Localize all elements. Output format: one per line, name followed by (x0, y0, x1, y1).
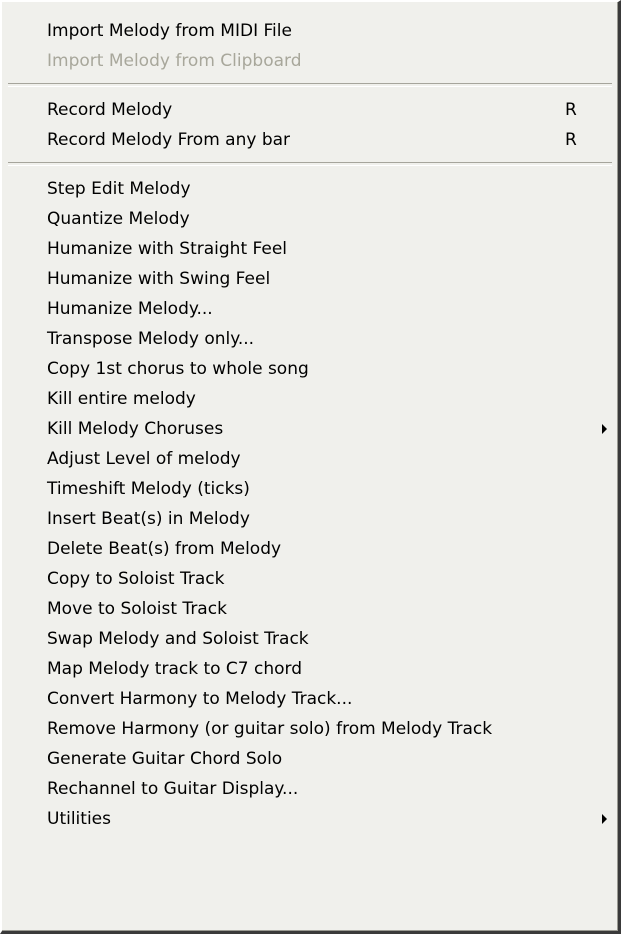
menu-item-label: Utilities (47, 809, 111, 829)
menu-item-humanize-straight[interactable]: Humanize with Straight Feel (2, 234, 618, 264)
melody-context-menu: Import Melody from MIDI File Import Melo… (0, 0, 621, 934)
submenu-arrow-icon (602, 424, 607, 434)
menu-item-generate-guitar-solo[interactable]: Generate Guitar Chord Solo (2, 744, 618, 774)
shortcut-label: R (565, 130, 577, 150)
menu-item-label: Remove Harmony (or guitar solo) from Mel… (47, 719, 493, 739)
menu-item-label: Kill Melody Choruses (47, 419, 224, 439)
menu-item-label: Kill entire melody (47, 389, 196, 409)
menu-item-import-melody-clipboard: Import Melody from Clipboard (2, 46, 618, 76)
menu-item-label: Import Melody from Clipboard (47, 51, 302, 71)
menu-item-map-to-c7[interactable]: Map Melody track to C7 chord (2, 654, 618, 684)
menu-item-label: Humanize Melody... (47, 299, 213, 319)
menu-item-remove-harmony[interactable]: Remove Harmony (or guitar solo) from Mel… (2, 714, 618, 744)
menu-item-label: Map Melody track to C7 chord (47, 659, 303, 679)
menu-item-label: Record Melody From any bar (47, 130, 291, 150)
menu-item-label: Copy to Soloist Track (47, 569, 225, 589)
menu-item-delete-beats[interactable]: Delete Beat(s) from Melody (2, 534, 618, 564)
menu-item-adjust-level[interactable]: Adjust Level of melody (2, 444, 618, 474)
menu-item-insert-beats[interactable]: Insert Beat(s) in Melody (2, 504, 618, 534)
menu-item-record-melody[interactable]: Record Melody R (2, 95, 618, 125)
menu-item-humanize-swing[interactable]: Humanize with Swing Feel (2, 264, 618, 294)
menu-item-label: Rechannel to Guitar Display... (47, 779, 299, 799)
menu-item-label: Step Edit Melody (47, 179, 191, 199)
menu-item-label: Insert Beat(s) in Melody (47, 509, 250, 529)
menu-item-label: Record Melody (47, 100, 173, 120)
menu-item-move-to-soloist[interactable]: Move to Soloist Track (2, 594, 618, 624)
menu-item-copy-to-soloist[interactable]: Copy to Soloist Track (2, 564, 618, 594)
menu-separator (8, 162, 612, 166)
menu-item-quantize-melody[interactable]: Quantize Melody (2, 204, 618, 234)
menu-item-record-melody-any-bar[interactable]: Record Melody From any bar R (2, 125, 618, 155)
menu-item-kill-melody-choruses[interactable]: Kill Melody Choruses (2, 414, 618, 444)
menu-item-swap-melody-soloist[interactable]: Swap Melody and Soloist Track (2, 624, 618, 654)
menu-item-copy-first-chorus[interactable]: Copy 1st chorus to whole song (2, 354, 618, 384)
menu-item-label: Delete Beat(s) from Melody (47, 539, 282, 559)
menu-item-label: Quantize Melody (47, 209, 190, 229)
menu-item-convert-harmony[interactable]: Convert Harmony to Melody Track... (2, 684, 618, 714)
menu-item-label: Move to Soloist Track (47, 599, 227, 619)
menu-item-label: Humanize with Swing Feel (47, 269, 271, 289)
menu-item-label: Humanize with Straight Feel (47, 239, 288, 259)
menu-item-label: Convert Harmony to Melody Track... (47, 689, 353, 709)
menu-item-humanize-melody[interactable]: Humanize Melody... (2, 294, 618, 324)
menu-item-label: Swap Melody and Soloist Track (47, 629, 309, 649)
menu-item-step-edit-melody[interactable]: Step Edit Melody (2, 174, 618, 204)
menu-item-label: Adjust Level of melody (47, 449, 241, 469)
submenu-arrow-icon (602, 814, 607, 824)
menu-item-label: Copy 1st chorus to whole song (47, 359, 309, 379)
menu-item-kill-entire-melody[interactable]: Kill entire melody (2, 384, 618, 414)
menu-separator (8, 83, 612, 87)
menu-item-label: Import Melody from MIDI File (47, 21, 292, 41)
menu-item-utilities[interactable]: Utilities (2, 804, 618, 834)
menu-item-transpose-melody[interactable]: Transpose Melody only... (2, 324, 618, 354)
menu-item-label: Transpose Melody only... (47, 329, 255, 349)
menu-item-rechannel-guitar[interactable]: Rechannel to Guitar Display... (2, 774, 618, 804)
shortcut-label: R (565, 100, 577, 120)
menu-item-label: Generate Guitar Chord Solo (47, 749, 283, 769)
menu-item-import-melody-midi[interactable]: Import Melody from MIDI File (2, 16, 618, 46)
menu-item-timeshift-melody[interactable]: Timeshift Melody (ticks) (2, 474, 618, 504)
menu-item-label: Timeshift Melody (ticks) (47, 479, 250, 499)
